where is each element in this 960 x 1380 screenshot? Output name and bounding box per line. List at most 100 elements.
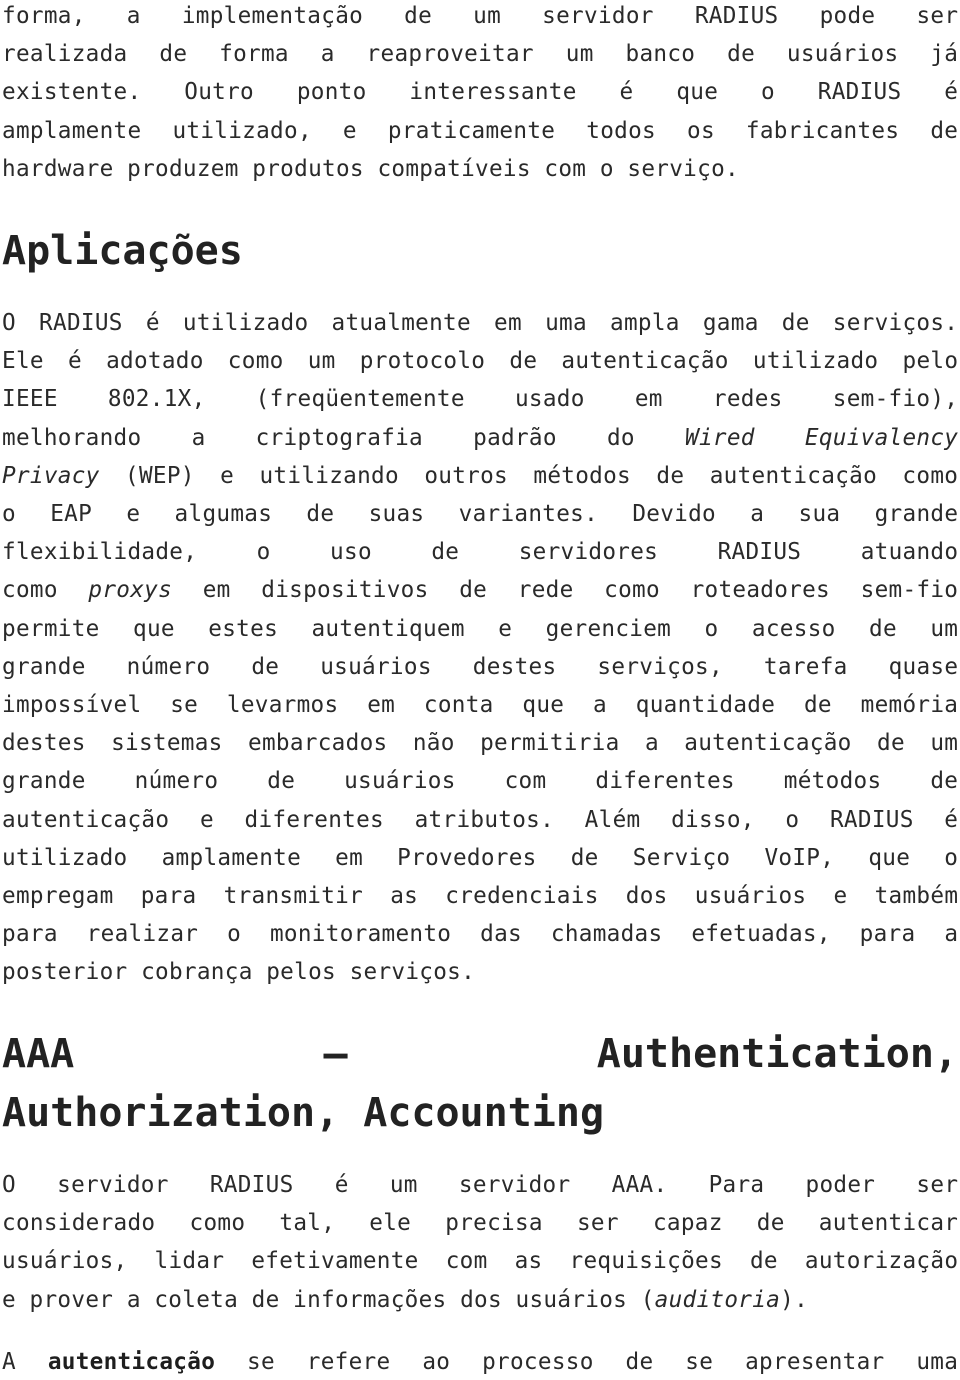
text-run: ampla [610, 308, 680, 336]
text-run: usuários [786, 39, 899, 68]
word: serviços. [350, 952, 475, 990]
word: reaproveitar [367, 34, 534, 72]
text-line: hardware produzem produtos compatíveis com o s… [2, 149, 958, 187]
word: padrão [473, 418, 557, 456]
text-run: (freqüentemente [255, 384, 465, 413]
text-run: Provedores [397, 842, 537, 871]
text-run: produzem [127, 153, 239, 182]
word: das [480, 914, 522, 952]
text-line: utilizado amplamente em Provedores de Serviço… [2, 838, 958, 876]
text-run: grande [874, 499, 959, 528]
word: se [685, 1342, 713, 1380]
word: A [2, 1342, 16, 1380]
text-run: Além [584, 804, 641, 833]
word: usuários [695, 876, 807, 914]
text-run: como [189, 1208, 246, 1237]
text-run: apresentar [745, 1347, 885, 1375]
word: uma [545, 303, 587, 341]
word: para [860, 914, 916, 952]
word: tarefa [764, 647, 848, 685]
text-line: e prover a coleta de informações dos usuários (a… [2, 1280, 958, 1318]
text-run: um [389, 1170, 418, 1198]
text-run: de [749, 1246, 778, 1275]
text-run: usuários [694, 881, 807, 910]
word: utilizando [259, 456, 398, 494]
text-run: uma [545, 308, 587, 336]
text-run: de [781, 308, 810, 336]
word: variantes. [459, 494, 598, 532]
text-line: destes sistemas embarcados não permitiria a au… [2, 723, 958, 761]
text-run: a [126, 1, 141, 29]
text-run: produtos [252, 153, 364, 182]
text-run: de [656, 460, 685, 489]
text-run: já [930, 39, 959, 68]
text-run: de [306, 499, 335, 528]
word: com [544, 149, 586, 187]
text-run: chamadas [550, 919, 663, 948]
text-run: métodos [783, 766, 882, 795]
italic-text: Wired [685, 422, 755, 451]
word: pode [820, 0, 876, 34]
word: prover [30, 1280, 114, 1318]
word: melhorando [2, 418, 141, 456]
word: Outro [184, 72, 254, 110]
text-run: a [644, 728, 659, 757]
word: monitoramento [270, 914, 451, 952]
word: estes [208, 609, 278, 647]
text-run: autenticação [709, 460, 878, 489]
text-run: AAA. [611, 1170, 668, 1198]
text-run: também [874, 881, 959, 910]
text-run: do [606, 422, 635, 451]
text-run: utilizado, [172, 115, 312, 144]
text-run: de [625, 1347, 654, 1375]
text-run: e [126, 499, 141, 528]
text-run: em [202, 575, 231, 604]
word: quantidade [636, 685, 775, 723]
text-run: realizada [2, 39, 128, 68]
word: de [509, 341, 537, 379]
word: ampla [610, 303, 680, 341]
text-run: criptografia [255, 422, 423, 451]
text-run: ponto [296, 77, 367, 106]
text-run: estes [208, 613, 279, 642]
text-run: processo [482, 1347, 594, 1375]
text-run: redes [712, 384, 783, 413]
word: (freqüentemente [256, 379, 465, 417]
text-run: serviços. [832, 308, 959, 336]
word: usuários [516, 1280, 628, 1318]
text-run: se [685, 1347, 714, 1375]
word: usuários [787, 34, 899, 72]
word: servidor [57, 1165, 169, 1203]
word: um [566, 34, 594, 72]
text-run: a [750, 499, 765, 528]
text-run: serviços. [349, 957, 476, 986]
word: em [635, 379, 663, 417]
text-run: memória [860, 690, 959, 719]
word: RADIUS [718, 532, 802, 570]
word: permitiria [480, 723, 619, 761]
text-run: hardware [2, 153, 114, 182]
word: em [203, 570, 231, 608]
word: cobrança [141, 952, 253, 990]
word: redes [713, 379, 783, 417]
word: sistemas [111, 723, 223, 761]
text-line: Ele é adotado como um protocolo de autenticação… [2, 341, 958, 379]
word: servidor [459, 1165, 571, 1203]
text-run: impossível [2, 690, 142, 719]
text-line: IEEE 802.1X, (freqüentemente usado em redes se… [2, 379, 958, 417]
text-run: RADIUS [209, 1170, 294, 1198]
word: que [133, 609, 175, 647]
word: implementação [182, 0, 363, 34]
text-run: de [869, 613, 897, 642]
word: como [2, 570, 58, 608]
text-run: que [522, 690, 565, 719]
text-run: refere [306, 1347, 391, 1375]
word: RADIUS [695, 0, 779, 34]
word: se [247, 1342, 275, 1380]
word: em [335, 838, 363, 876]
word: diferentes [595, 761, 734, 799]
text-run: com [504, 766, 547, 795]
text-run: pelo [902, 346, 959, 375]
text-run: de [159, 39, 188, 68]
word: de [404, 0, 432, 34]
